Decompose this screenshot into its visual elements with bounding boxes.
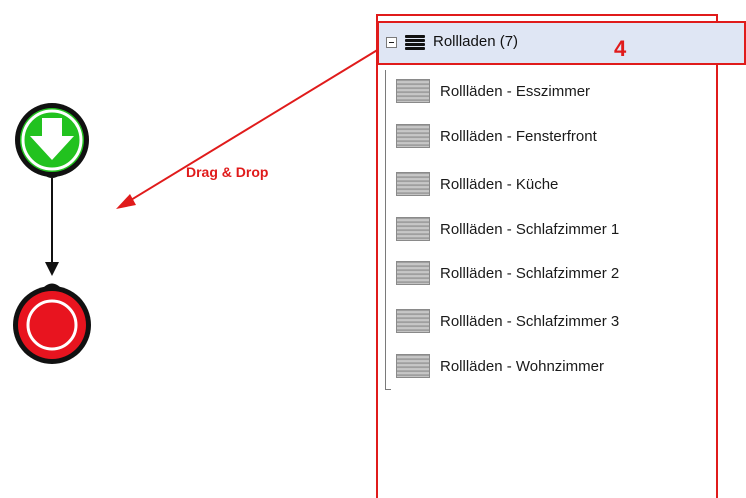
- shutter-icon: [396, 217, 430, 241]
- tree-item-label: Rollläden - Wohnzimmer: [440, 357, 604, 375]
- tree-connector-end: [385, 389, 391, 390]
- tree-item-label: Rollläden - Schlafzimmer 1: [440, 220, 620, 238]
- tree-item-label: Rollläden - Küche: [440, 175, 559, 193]
- stage: Drag & Drop Rollladen (7) 4 Rollläden - …: [0, 0, 746, 498]
- tree-item-kueche[interactable]: Rollläden - Küche: [396, 170, 558, 198]
- shutter-icon: [396, 261, 430, 285]
- blinds-group-icon: [405, 35, 425, 51]
- tree-item-schlafzimmer-2[interactable]: Rollläden - Schlafzimmer 2: [396, 259, 619, 287]
- shutter-icon: [396, 309, 430, 333]
- drag-drop-arrow: [116, 45, 385, 209]
- tree-item-label: Rollläden - Schlafzimmer 3: [440, 312, 620, 330]
- tree-item-label: Rollläden - Esszimmer: [440, 82, 591, 100]
- shutter-icon: [396, 172, 430, 196]
- drag-drop-label: Drag & Drop: [186, 164, 269, 180]
- shutter-icon: [396, 124, 430, 148]
- tree-item-schlafzimmer-3[interactable]: Rollläden - Schlafzimmer 3: [396, 307, 619, 335]
- step-badge: 4: [614, 36, 627, 61]
- tree-item-label: Rollläden - Schlafzimmer 2: [440, 264, 620, 282]
- tree-item-esszimmer[interactable]: Rollläden - Esszimmer: [396, 77, 590, 105]
- end-node[interactable]: [13, 286, 91, 364]
- collapse-toggle-icon[interactable]: [386, 37, 397, 48]
- start-node[interactable]: [15, 103, 89, 177]
- shutter-icon: [396, 79, 430, 103]
- shutter-icon: [396, 354, 430, 378]
- tree-item-label: Rollläden - Fensterfront: [440, 127, 597, 145]
- flow-connector[interactable]: [44, 175, 60, 287]
- tree-item-fensterfront[interactable]: Rollläden - Fensterfront: [396, 122, 597, 150]
- tree-connector-line: [385, 70, 386, 390]
- tree-item-schlafzimmer-1[interactable]: Rollläden - Schlafzimmer 1: [396, 215, 619, 243]
- stop-circle-icon: [31, 304, 73, 346]
- tree-group-label: Rollladen (7): [433, 33, 519, 50]
- tree-item-wohnzimmer[interactable]: Rollläden - Wohnzimmer: [396, 352, 604, 380]
